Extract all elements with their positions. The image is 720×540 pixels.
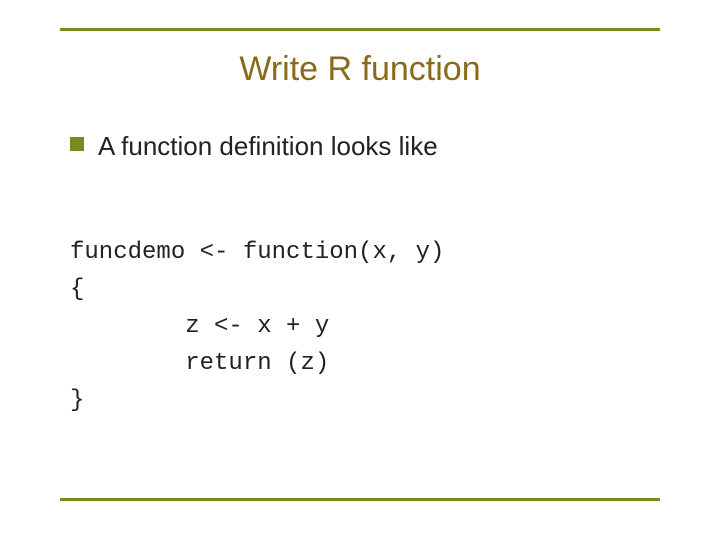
- code-line: z <- x + y: [70, 313, 329, 340]
- bullet-text: A function definition looks like: [98, 130, 438, 163]
- slide: Write R function A function definition l…: [0, 0, 720, 540]
- code-line: funcdemo <- function(x, y): [70, 239, 444, 266]
- slide-content: A function definition looks like funcdem…: [70, 130, 660, 457]
- code-line: }: [70, 387, 84, 414]
- bullet-item: A function definition looks like: [70, 130, 660, 163]
- top-rule: [60, 28, 660, 31]
- square-bullet-icon: [70, 137, 84, 151]
- code-block: funcdemo <- function(x, y) { z <- x + y …: [70, 197, 660, 457]
- slide-title: Write R function: [0, 50, 720, 89]
- code-line: {: [70, 276, 84, 303]
- bottom-rule: [60, 498, 660, 501]
- code-line: return (z): [70, 350, 329, 377]
